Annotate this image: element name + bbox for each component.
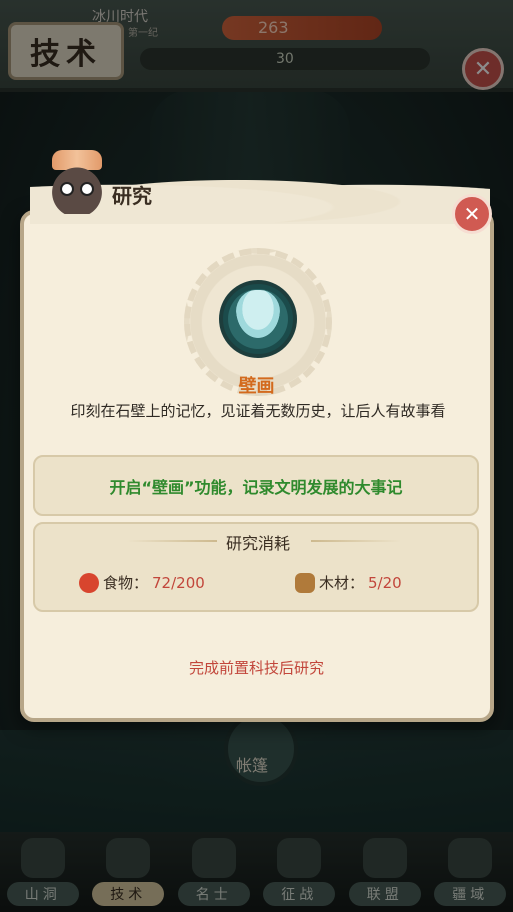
cost-title: 研究消耗 (225, 534, 290, 553)
cost-value: 72/200 (152, 573, 205, 592)
food-icon (79, 572, 99, 593)
tech-effect-box: 开启“壁画”功能，记录文明发展的大事记 (33, 455, 479, 516)
dialog-title: 研究 (112, 184, 152, 208)
wood-icon (295, 572, 315, 593)
research-status-text: 完成前置科技后研究 (188, 659, 324, 677)
mascot-eye (60, 182, 74, 196)
mascot-icon (46, 160, 108, 214)
cost-item-wood: 木材： 5/20 (295, 572, 402, 593)
cost-value: 5/20 (368, 573, 402, 592)
cost-name: 食物： (103, 574, 149, 592)
close-icon: ✕ (463, 202, 481, 226)
tech-name: 壁画 (238, 376, 275, 397)
tech-description: 印刻在石壁上的记忆，见证着无数历史，让后人有故事看 (70, 402, 446, 420)
tech-effect-text: 开启“壁画”功能，记录文明发展的大事记 (109, 477, 403, 497)
cost-item-food: 食物： 72/200 (79, 572, 205, 593)
mural-stone-icon (236, 290, 280, 338)
research-cost-box: 研究消耗 食物： 72/200 木材： 5/20 (33, 522, 479, 612)
mascot-eye (80, 182, 94, 196)
dialog-close-button[interactable]: ✕ (452, 194, 492, 234)
cost-name: 木材： (319, 574, 365, 592)
